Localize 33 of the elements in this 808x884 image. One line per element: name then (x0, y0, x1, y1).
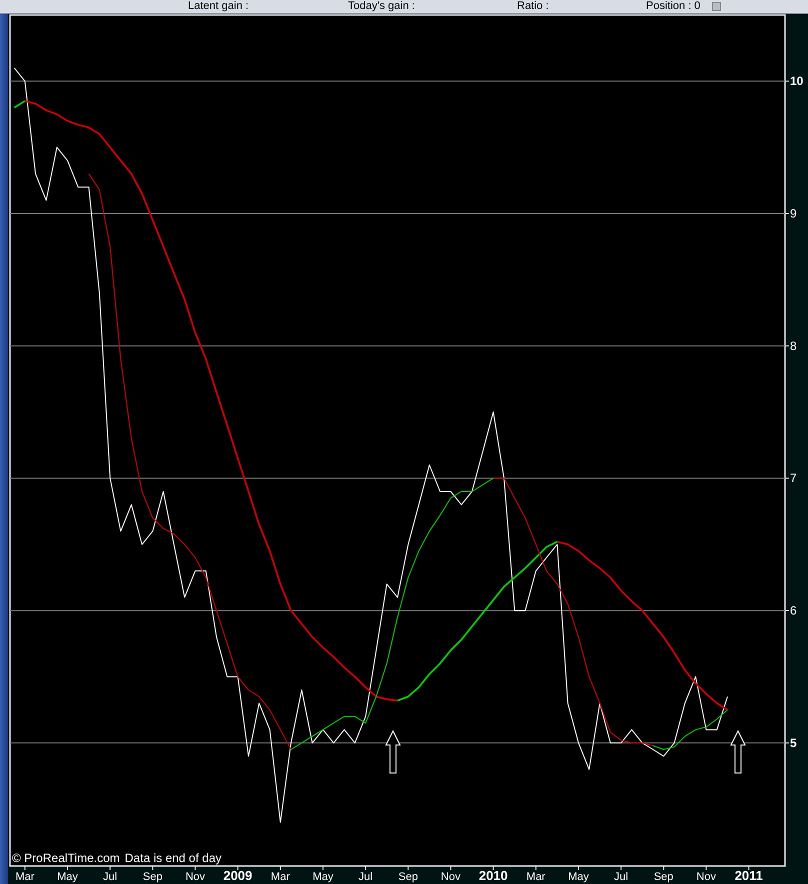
axis-label: Jul (614, 871, 628, 883)
axis-label: Nov (185, 871, 205, 883)
axis-label: 5 (790, 736, 797, 750)
axis-label: May (568, 871, 589, 883)
axis-label: 2009 (223, 868, 252, 883)
stat-label: Latent gain : (188, 0, 249, 13)
stat-label: Ratio : (517, 0, 549, 13)
axis-label: Mar (15, 871, 34, 883)
axis-label: 7 (790, 471, 797, 486)
axis-label: Mar (270, 871, 290, 883)
axis-label: Nov (440, 871, 460, 883)
axis-label: Mar (526, 871, 546, 883)
axis-label: May (57, 871, 78, 883)
stat-label: Position : 0 (646, 0, 700, 13)
axis-label: 8 (790, 338, 797, 353)
axis-label: Jul (358, 871, 373, 883)
copyright-text: © ProRealTime.com (12, 851, 120, 865)
up-arrow-icon (730, 730, 746, 774)
data-note: Data is end of day (124, 851, 222, 865)
stat-label: Today's gain : (348, 0, 415, 13)
axis-label: 2011 (734, 868, 763, 883)
spinner-icon[interactable] (712, 2, 721, 11)
axis-label: Sep (142, 871, 162, 883)
axis-label: Sep (654, 871, 674, 883)
axis-label: May (312, 871, 334, 883)
axis-label: Jul (103, 871, 118, 883)
axis-label: 6 (790, 604, 797, 618)
up-arrow-icon (385, 730, 401, 774)
axis-label: Sep (398, 871, 418, 883)
axis-label: 2010 (478, 868, 508, 883)
axis-label: 10 (790, 74, 804, 88)
axis-label: 9 (790, 206, 797, 221)
axis-label: Nov (696, 871, 716, 883)
